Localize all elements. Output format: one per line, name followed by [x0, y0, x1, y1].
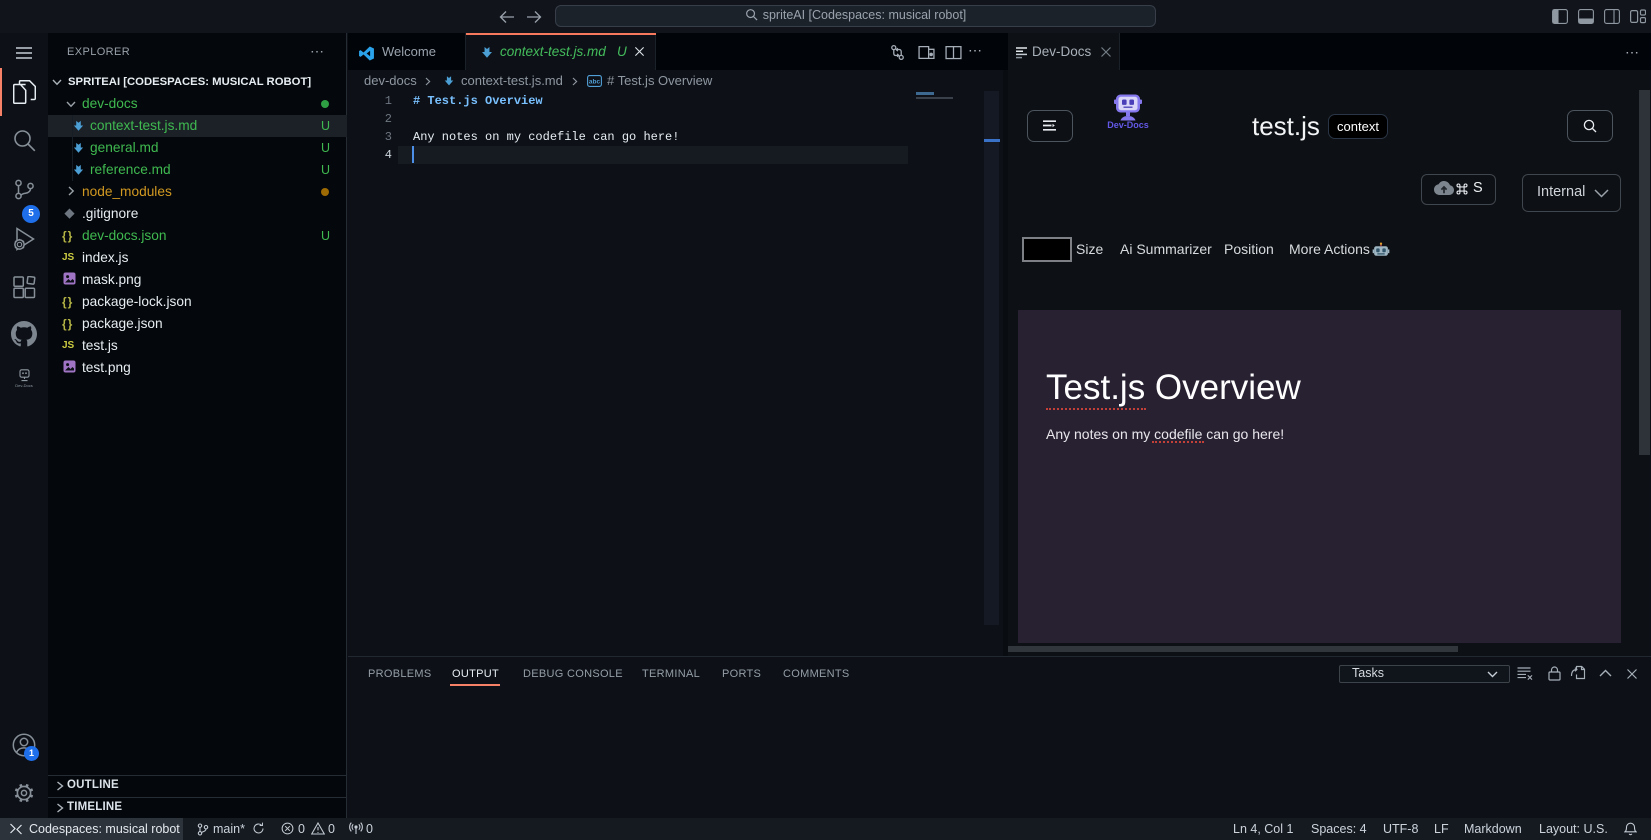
svg-text:abc: abc — [589, 78, 601, 85]
